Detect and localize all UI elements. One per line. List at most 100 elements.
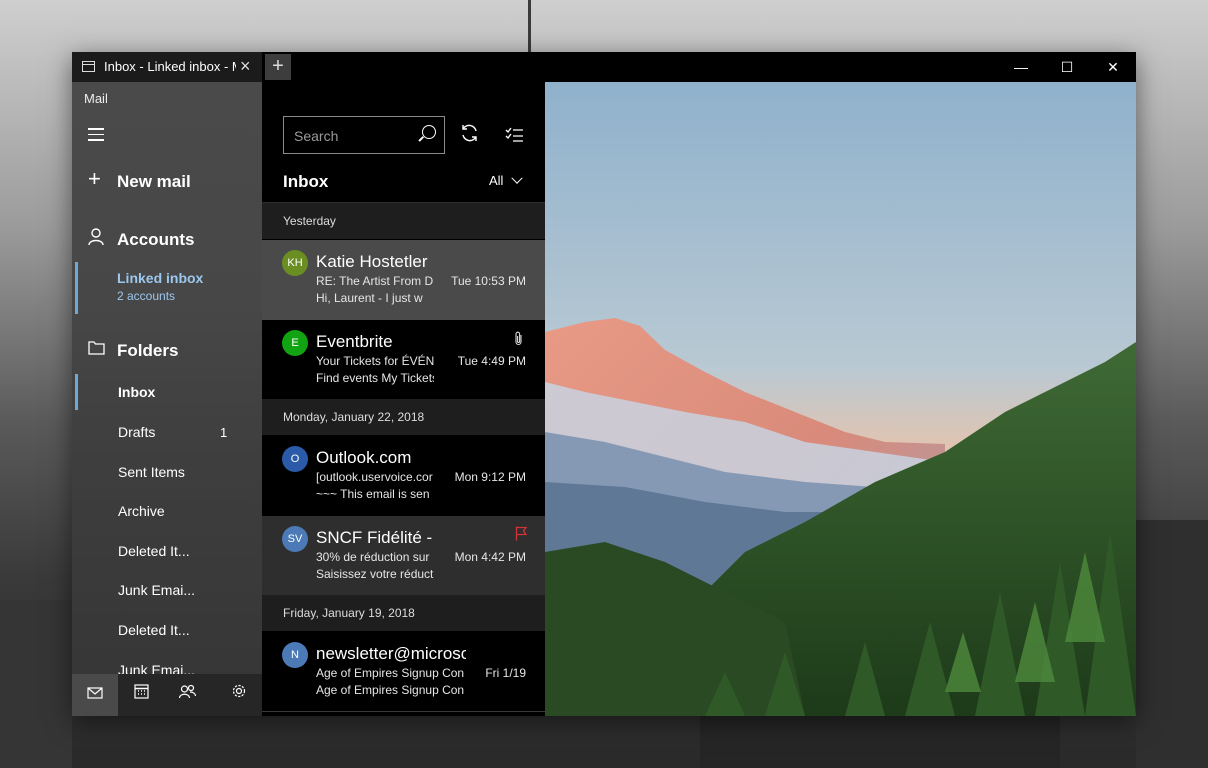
date-group-label: Friday, January 19, 2018 bbox=[283, 606, 415, 620]
linked-inbox-title: Linked inbox bbox=[117, 270, 204, 286]
title-bar: Inbox - Linked inbox - Mail × + — ☐ ✕ bbox=[72, 52, 1136, 82]
message-time: Mon 4:42 PM bbox=[454, 550, 526, 564]
flag-icon[interactable] bbox=[515, 526, 528, 541]
message-sender: SNCF Fidélité - F bbox=[316, 528, 434, 547]
message-subject: Your Tickets for ÉVÉNE bbox=[316, 354, 434, 368]
search-box[interactable] bbox=[283, 116, 445, 155]
new-mail-label: New mail bbox=[117, 172, 191, 191]
message-preview: Find events My Tickets bbox=[316, 371, 434, 385]
people-icon bbox=[178, 684, 196, 703]
list-title: Inbox bbox=[283, 172, 329, 191]
mountain-landscape-image bbox=[545, 82, 1136, 716]
accounts-button[interactable]: Accounts bbox=[72, 228, 262, 252]
message-sender: newsletter@microso bbox=[316, 644, 466, 663]
person-icon bbox=[88, 228, 104, 251]
close-window-button[interactable]: ✕ bbox=[1090, 52, 1136, 82]
people-switch-button[interactable] bbox=[164, 674, 210, 716]
message-item[interactable]: N newsletter@microso Age of Empires Sign… bbox=[262, 632, 545, 712]
hamburger-menu-icon[interactable] bbox=[88, 128, 104, 141]
search-icon[interactable] bbox=[422, 125, 436, 139]
message-sender: Eventbrite bbox=[316, 332, 393, 351]
folder-label: Deleted It... bbox=[118, 622, 190, 638]
mail-switch-button[interactable] bbox=[72, 674, 118, 716]
message-subject: [outlook.uservoice.cor bbox=[316, 470, 433, 484]
divider bbox=[262, 711, 545, 712]
folder-label: Archive bbox=[118, 503, 165, 519]
message-preview: Hi, Laurent - I just w bbox=[316, 291, 423, 305]
message-time: Mon 9:12 PM bbox=[454, 470, 526, 484]
folder-count: 1 bbox=[220, 425, 228, 440]
minimize-button[interactable]: — bbox=[998, 52, 1044, 82]
folders-label: Folders bbox=[117, 341, 179, 360]
message-time: Tue 10:53 PM bbox=[451, 274, 526, 288]
date-group-label: Yesterday bbox=[283, 214, 336, 228]
date-group-label: Monday, January 22, 2018 bbox=[283, 410, 425, 424]
avatar: KH bbox=[282, 250, 308, 276]
attachment-icon bbox=[514, 331, 523, 349]
calendar-icon bbox=[133, 684, 149, 703]
date-group-header: Yesterday bbox=[262, 203, 545, 239]
desktop-building bbox=[0, 600, 72, 768]
mail-window: Inbox - Linked inbox - Mail × + — ☐ ✕ Ma… bbox=[72, 52, 1136, 716]
settings-button[interactable] bbox=[216, 674, 262, 716]
maximize-button[interactable]: ☐ bbox=[1044, 52, 1090, 82]
app-label: Mail bbox=[84, 91, 108, 106]
avatar: E bbox=[282, 330, 308, 356]
calendar-switch-button[interactable] bbox=[118, 674, 164, 716]
message-time: Fri 1/19 bbox=[485, 666, 526, 680]
folder-label: Deleted It... bbox=[118, 543, 190, 559]
avatar: N bbox=[282, 642, 308, 668]
window-tab-icon bbox=[82, 61, 95, 72]
plus-icon: + bbox=[88, 166, 101, 191]
new-mail-button[interactable]: + New mail bbox=[72, 166, 262, 194]
settings-icon bbox=[231, 684, 247, 703]
navigation-pane: Mail + New mail Accounts Linked inbox 2 … bbox=[72, 82, 262, 716]
message-list-pane: Inbox All Yesterday KH Katie Hostetler R… bbox=[262, 82, 545, 716]
message-subject: Age of Empires Signup Con bbox=[316, 666, 465, 680]
new-tab-button[interactable]: + bbox=[265, 54, 291, 80]
date-group-header: Friday, January 19, 2018 bbox=[262, 595, 545, 631]
message-subject: RE: The Artist From DI bbox=[316, 274, 434, 288]
folder-label: Sent Items bbox=[118, 464, 185, 480]
accounts-label: Accounts bbox=[117, 230, 195, 249]
linked-inbox-subtitle: 2 accounts bbox=[117, 289, 176, 303]
message-time: Tue 4:49 PM bbox=[457, 354, 526, 368]
message-sender: Katie Hostetler bbox=[316, 252, 428, 271]
folder-label: Junk Emai... bbox=[118, 582, 196, 598]
filter-label: All bbox=[489, 173, 504, 188]
window-tab[interactable]: Inbox - Linked inbox - Mail × bbox=[72, 52, 262, 82]
folder-item-junk-2[interactable]: Junk Emai... bbox=[72, 657, 262, 674]
folders-button[interactable]: Folders bbox=[72, 339, 262, 363]
reading-pane bbox=[545, 82, 1136, 716]
folder-label: Junk Emai... bbox=[118, 662, 196, 674]
desktop-building bbox=[700, 716, 1060, 768]
avatar: O bbox=[282, 446, 308, 472]
desktop-antenna bbox=[528, 0, 531, 52]
message-subject: 30% de réduction sur bbox=[316, 550, 430, 564]
folder-label: Inbox bbox=[118, 384, 156, 400]
search-input[interactable] bbox=[284, 117, 426, 155]
close-tab-icon[interactable]: × bbox=[240, 56, 251, 77]
message-preview: ~~~ This email is sen bbox=[316, 487, 430, 501]
sync-button[interactable] bbox=[455, 122, 483, 150]
message-item[interactable]: E Eventbrite Your Tickets for ÉVÉNE Find… bbox=[262, 320, 545, 400]
tab-title: Inbox - Linked inbox - Mail bbox=[104, 59, 236, 74]
message-preview: Age of Empires Signup Con bbox=[316, 683, 465, 697]
selected-account-indicator bbox=[75, 262, 78, 314]
chevron-down-icon bbox=[511, 172, 523, 184]
selection-mode-button[interactable] bbox=[500, 122, 528, 150]
folder-label: Drafts bbox=[118, 424, 156, 440]
mail-icon bbox=[87, 686, 103, 703]
checklist-icon bbox=[505, 126, 524, 146]
folder-icon bbox=[88, 339, 105, 360]
message-item[interactable]: KH Katie Hostetler RE: The Artist From D… bbox=[262, 240, 545, 320]
avatar: SV bbox=[282, 526, 308, 552]
date-group-header: Monday, January 22, 2018 bbox=[262, 399, 545, 435]
message-preview: Saisissez votre réducti bbox=[316, 567, 434, 581]
selected-folder-indicator bbox=[75, 374, 78, 410]
filter-dropdown[interactable]: All bbox=[489, 172, 523, 188]
message-item[interactable]: O Outlook.com [outlook.uservoice.cor ~~~… bbox=[262, 436, 545, 516]
sync-icon bbox=[460, 124, 479, 146]
message-item[interactable]: SV SNCF Fidélité - F 30% de réduction su… bbox=[262, 516, 545, 596]
desktop-building bbox=[1136, 520, 1208, 768]
